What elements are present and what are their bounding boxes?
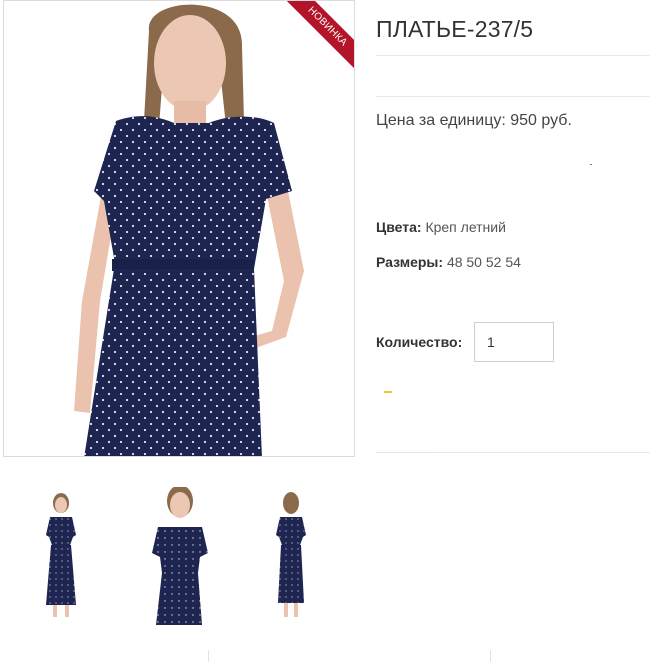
product-title: ПЛАТЬЕ-237/5 — [376, 16, 534, 42]
divider — [376, 55, 650, 56]
new-badge: НОВИНКА — [284, 1, 354, 71]
colors-label: Цвета: — [376, 219, 422, 235]
footer-separator — [208, 650, 209, 662]
sizes-value: 48 50 52 54 — [446, 254, 521, 270]
divider — [432, 452, 650, 453]
unit-price: Цена за единицу: 950 руб. — [376, 112, 572, 129]
thumbnail-image — [152, 487, 208, 625]
thumbnail-image — [46, 493, 76, 617]
thumbnail-front-upper[interactable] — [128, 487, 228, 625]
quantity-input[interactable] — [474, 322, 554, 362]
thumbnail-back-full[interactable] — [248, 487, 338, 625]
thumbnail-front-full[interactable] — [18, 487, 108, 625]
thumbnail-image — [276, 492, 306, 617]
divider — [376, 96, 650, 97]
new-badge-label: НОВИНКА — [284, 1, 354, 71]
sizes-label: Размеры: — [376, 254, 444, 270]
colors-row: Цвета: Креп летний — [376, 219, 506, 235]
divider-short — [376, 452, 432, 453]
separator-dot — [590, 164, 592, 165]
add-to-cart-button[interactable] — [384, 391, 392, 393]
sizes-row: Размеры: 48 50 52 54 — [376, 254, 521, 270]
footer-separator — [490, 650, 491, 662]
colors-value: Креп летний — [425, 219, 506, 235]
quantity-label: Количество: — [376, 334, 463, 350]
main-product-image[interactable]: НОВИНКА — [3, 0, 355, 457]
